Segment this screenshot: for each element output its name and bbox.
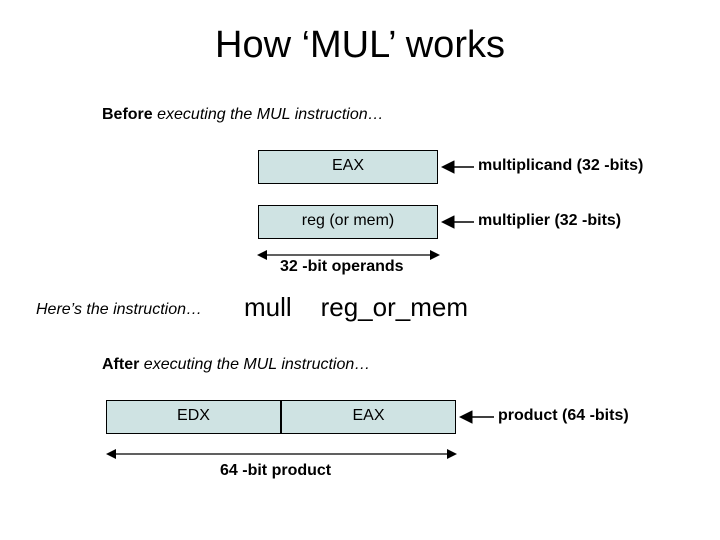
- slide-title: How ‘MUL’ works: [0, 24, 720, 67]
- instruction-text: mull reg_or_mem: [244, 292, 468, 323]
- after-caption: After executing the MUL instruction…: [102, 356, 370, 374]
- after-bold: After: [102, 356, 139, 373]
- before-caption: Before executing the MUL instruction…: [102, 106, 384, 124]
- multiplicand-label: multiplicand (32 -bits): [478, 157, 643, 175]
- before-bold: Before: [102, 106, 153, 123]
- before-rest: executing the MUL instruction…: [153, 106, 384, 123]
- after-rest: executing the MUL instruction…: [139, 356, 370, 373]
- here-instruction-caption: Here’s the instruction…: [36, 301, 202, 319]
- operands-32bit-label: 32 -bit operands: [280, 258, 404, 276]
- eax-output-box: EAX: [281, 400, 456, 434]
- operand: reg_or_mem: [321, 292, 468, 322]
- multiplier-label: multiplier (32 -bits): [478, 212, 621, 230]
- product-64bit-label: 64 -bit product: [220, 462, 331, 480]
- reg-or-mem-box: reg (or mem): [258, 205, 438, 239]
- eax-input-box: EAX: [258, 150, 438, 184]
- edx-output-box: EDX: [106, 400, 281, 434]
- product-label: product (64 -bits): [498, 407, 629, 425]
- mnemonic: mull: [244, 292, 292, 322]
